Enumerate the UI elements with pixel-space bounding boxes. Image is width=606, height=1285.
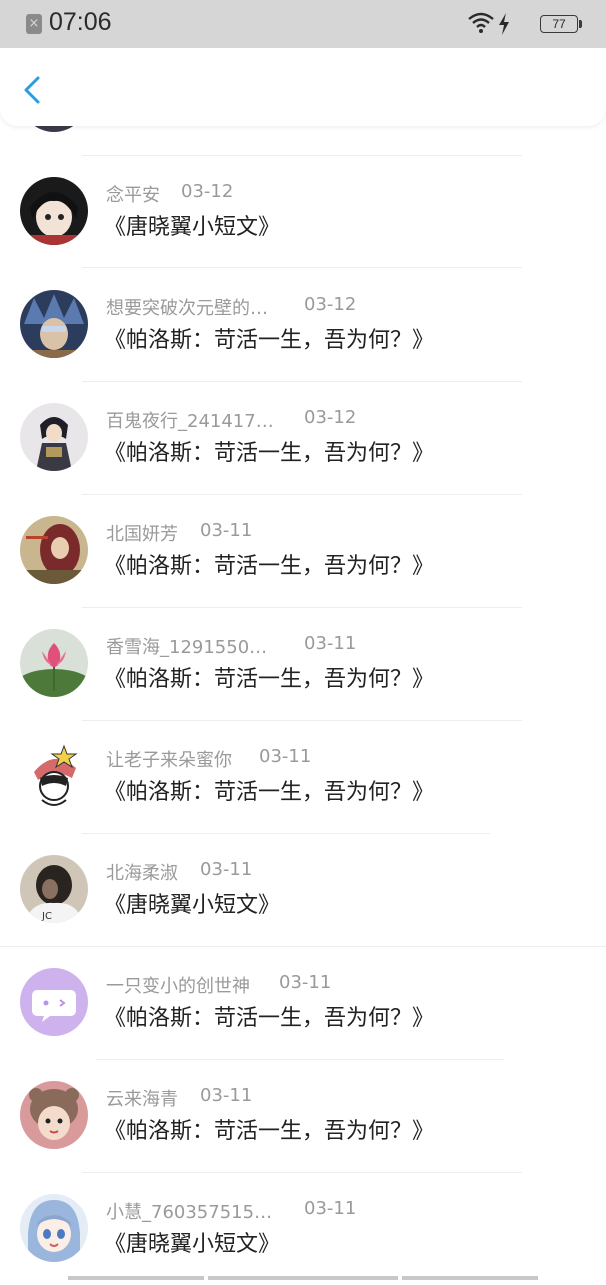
work-title[interactable]: 《帕洛斯：苛活一生，吾为何？》 (104, 1113, 434, 1145)
avatar[interactable] (20, 742, 88, 810)
bottom-tab-indicator (208, 1276, 398, 1280)
list-item[interactable]: 香雪海_1291550… 03-11 《帕洛斯：苛活一生，吾为何？》 (0, 607, 606, 721)
avatar[interactable] (20, 290, 88, 358)
user-name[interactable]: 念平安 (106, 181, 160, 207)
date: 03-11 (200, 859, 253, 880)
user-name[interactable]: 让老子来朵蜜你 (106, 746, 232, 772)
user-name[interactable]: 小慧_760357515… (106, 1198, 272, 1224)
user-name[interactable]: 北海柔淑 (106, 859, 178, 885)
work-title[interactable]: 《帕洛斯：苛活一生，吾为何？》 (104, 1000, 434, 1032)
user-name[interactable]: 香雪海_1291550… (106, 633, 267, 659)
avatar[interactable] (20, 1081, 88, 1149)
user-name[interactable]: 云来海青 (106, 1085, 178, 1111)
date: 03-12 (304, 407, 357, 428)
avatar[interactable] (20, 516, 88, 584)
work-title[interactable]: 《帕洛斯：苛活一生，吾为何？》 (104, 548, 434, 580)
date: 03-11 (304, 633, 357, 654)
list-item[interactable]: 念平安 03-12 《唐晓翼小短文》 (0, 155, 606, 268)
user-name[interactable]: 百鬼夜行_241417… (106, 407, 274, 433)
list-item[interactable]: JC 北海柔淑 03-11 《唐晓翼小短文》 (0, 833, 606, 947)
user-name[interactable]: 想要突破次元壁的… (106, 294, 268, 320)
liker-list: 念平安 03-12 《唐晓翼小短文》 想要突破次元壁的… 03-12 《帕洛斯：苛活… (0, 0, 606, 1280)
avatar[interactable] (20, 403, 88, 471)
work-title[interactable]: 《唐晓翼小短文》 (104, 887, 280, 919)
work-title[interactable]: 《唐晓翼小短文》 (104, 209, 280, 241)
avatar[interactable] (20, 1194, 88, 1262)
date: 03-11 (200, 520, 253, 541)
avatar[interactable] (20, 968, 88, 1036)
list-item[interactable]: 想要突破次元壁的… 03-12 《帕洛斯：苛活一生，吾为何？》 (0, 268, 606, 382)
date: 03-11 (259, 746, 312, 767)
list-item[interactable]: 北国妍芳 03-11 《帕洛斯：苛活一生，吾为何？》 (0, 494, 606, 608)
nav-header (0, 48, 606, 126)
notification-icon: × (26, 14, 42, 34)
battery-icon: 77 (540, 15, 582, 33)
back-button[interactable] (14, 70, 54, 110)
charging-icon (499, 13, 509, 35)
date: 03-11 (279, 972, 332, 993)
work-title[interactable]: 《唐晓翼小短文》 (104, 1226, 280, 1258)
avatar[interactable] (20, 177, 88, 245)
list-item[interactable]: 小慧_760357515… 03-11 《唐晓翼小短文》 (0, 1172, 606, 1285)
status-bar: × 07:06 77 (0, 0, 606, 48)
date: 03-12 (181, 181, 234, 202)
date: 03-11 (200, 1085, 253, 1106)
bottom-tab-indicator (402, 1276, 538, 1280)
svg-text:JC: JC (41, 911, 52, 922)
list-item[interactable]: 百鬼夜行_241417… 03-12 《帕洛斯：苛活一生，吾为何？》 (0, 381, 606, 495)
list-item[interactable]: 云来海青 03-11 《帕洛斯：苛活一生，吾为何？》 (0, 1059, 606, 1173)
user-name[interactable]: 一只变小的创世神 (106, 972, 250, 998)
wifi-icon (468, 12, 494, 33)
list-item[interactable]: 让老子来朵蜜你 03-11 《帕洛斯：苛活一生，吾为何？》 (0, 720, 606, 834)
work-title[interactable]: 《帕洛斯：苛活一生，吾为何？》 (104, 774, 434, 806)
avatar[interactable] (20, 629, 88, 697)
date: 03-12 (304, 294, 357, 315)
avatar[interactable]: JC (20, 855, 88, 923)
chevron-left-icon (24, 76, 40, 104)
status-time: 07:06 (49, 8, 112, 36)
date: 03-11 (304, 1198, 357, 1219)
work-title[interactable]: 《帕洛斯：苛活一生，吾为何？》 (104, 435, 434, 467)
work-title[interactable]: 《帕洛斯：苛活一生，吾为何？》 (104, 661, 434, 693)
work-title[interactable]: 《帕洛斯：苛活一生，吾为何？》 (104, 322, 434, 354)
user-name[interactable]: 北国妍芳 (106, 520, 178, 546)
list-item[interactable]: 一只变小的创世神 03-11 《帕洛斯：苛活一生，吾为何？》 (0, 946, 606, 1060)
bottom-tab-indicator (68, 1276, 204, 1280)
